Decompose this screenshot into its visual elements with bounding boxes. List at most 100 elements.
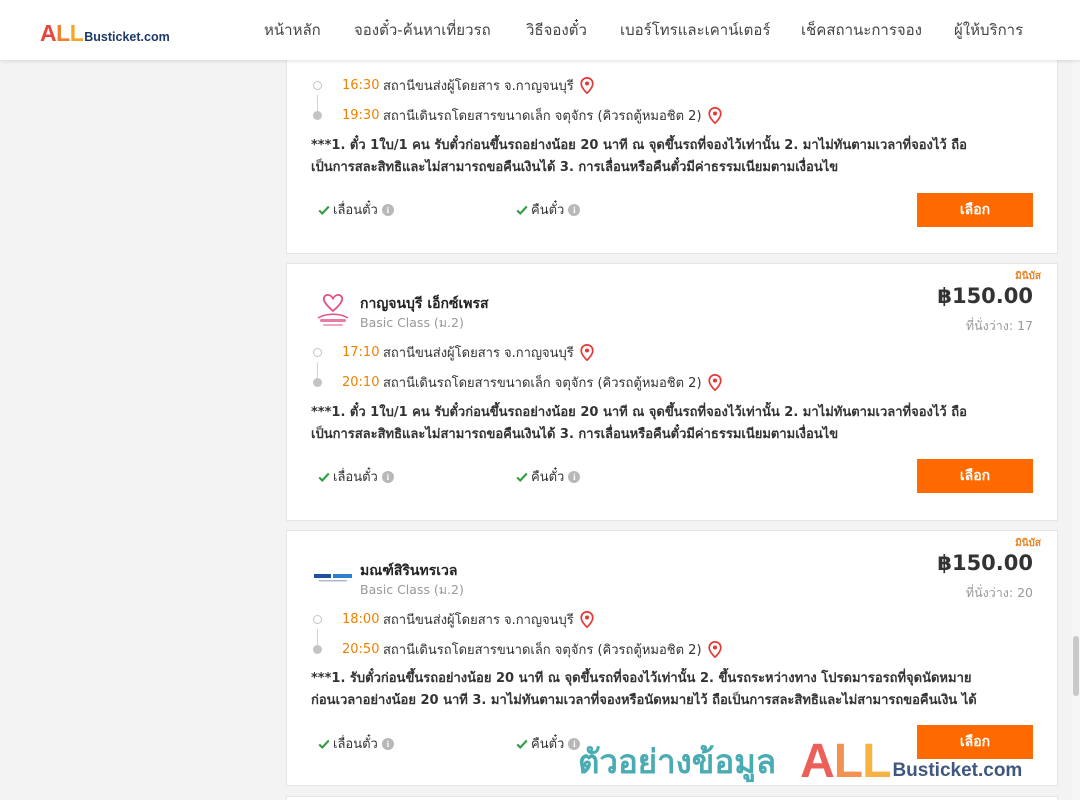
- select-button[interactable]: เลือก: [917, 193, 1033, 227]
- trip-card: มินิบัส กาญจนบุรี เอ็กซ์เพรส Basic Class…: [286, 263, 1058, 521]
- arrive-time: 19:30: [342, 107, 380, 123]
- depart-dot: [313, 80, 322, 90]
- arrive-time: 20:50: [342, 641, 380, 657]
- service-class: Basic Class (ม.2): [360, 315, 464, 330]
- site-logo[interactable]: ALL Busticket.com: [40, 20, 170, 46]
- logo-all-text: ALL: [40, 20, 84, 46]
- trip-note: ***1. ตั๋ว 1ใบ/1 คน รับตั๋วก่อนขึ้นรถอย่…: [311, 135, 1011, 179]
- map-pin-icon[interactable]: [707, 106, 722, 124]
- reschedule-policy: เลื่อนตั๋ว i: [317, 466, 394, 487]
- seats-available: ที่นั่งว่าง: 17: [966, 316, 1033, 336]
- check-icon: [318, 472, 330, 482]
- reschedule-policy: เลื่อนตั๋ว i: [317, 733, 394, 754]
- nav-home[interactable]: หน้าหลัก: [264, 0, 321, 60]
- trip-card: 16:30 สถานีขนส่งผู้โดยสาร จ.กาญจนบุรี 19…: [286, 30, 1058, 254]
- select-button[interactable]: เลือก: [917, 725, 1033, 759]
- reschedule-label: เลื่อนตั๋ว: [333, 470, 378, 485]
- operator-logo: [317, 294, 349, 326]
- arrive-dot: [313, 377, 322, 387]
- nav-how-to-book[interactable]: วิธีจองตั๋ว: [526, 0, 587, 60]
- seats-label: ที่นั่งว่าง:: [965, 585, 1014, 600]
- info-icon[interactable]: i: [568, 203, 581, 216]
- map-pin-icon[interactable]: [707, 373, 722, 391]
- depart-station: สถานีขนส่งผู้โดยสาร จ.กาญจนบุรี: [383, 612, 574, 628]
- trip-note-line: ***1. รับตั๋วก่อนขึ้นรถอย่างน้อย 20 นาที…: [311, 671, 972, 686]
- refund-label: คืนตั๋ว: [531, 737, 565, 752]
- depart-dot: [313, 614, 322, 624]
- logo-letter-a: A: [40, 20, 57, 46]
- reschedule-policy: เลื่อนตั๋ว i: [317, 199, 394, 220]
- select-button[interactable]: เลือก: [917, 459, 1033, 493]
- check-icon: [516, 739, 528, 749]
- trip-card: [286, 796, 1058, 800]
- arrive-station: สถานีเดินรถโดยสารขนาดเล็ก จตุจักร (คิวรถ…: [383, 642, 702, 658]
- info-icon[interactable]: i: [568, 737, 581, 750]
- check-icon: [516, 472, 528, 482]
- seats-count: 20: [1017, 585, 1033, 600]
- reschedule-label: เลื่อนตั๋ว: [333, 737, 378, 752]
- trip-note-line: ***1. ตั๋ว 1ใบ/1 คน รับตั๋วก่อนขึ้นรถอย่…: [311, 138, 967, 153]
- seats-available: ที่นั่งว่าง: 20: [966, 583, 1033, 603]
- site-header: ALL Busticket.com หน้าหลัก จองตั๋ว-ค้นหา…: [0, 0, 1080, 60]
- trip-note: ***1. รับตั๋วก่อนขึ้นรถอย่างน้อย 20 นาที…: [311, 668, 1011, 712]
- check-icon: [318, 739, 330, 749]
- refund-policy: คืนตั๋ว i: [515, 733, 581, 754]
- check-icon: [516, 205, 528, 215]
- arrive-stop: 20:10 สถานีเดินรถโดยสารขนาดเล็ก จตุจักร …: [313, 372, 722, 392]
- refund-label: คืนตั๋ว: [531, 470, 565, 485]
- refund-policy: คืนตั๋ว i: [515, 466, 581, 487]
- arrive-stop: 19:30 สถานีเดินรถโดยสารขนาดเล็ก จตุจักร …: [313, 105, 722, 125]
- trip-note-line: ก่อนเวลาอย่างน้อย 20 นาที 3. มาไม่ทันตาม…: [311, 693, 977, 708]
- seats-label: ที่นั่งว่าง:: [965, 318, 1014, 333]
- nav-phone-counter[interactable]: เบอร์โทรและเคาน์เตอร์: [620, 0, 770, 60]
- service-class: Basic Class (ม.2): [360, 582, 464, 597]
- nav-operators[interactable]: ผู้ให้บริการ: [954, 0, 1023, 60]
- operator-logo: [313, 573, 353, 582]
- logo-letter-l1: L: [56, 20, 70, 46]
- nav-check-status[interactable]: เช็คสถานะการจอง: [801, 0, 922, 60]
- depart-time: 16:30: [342, 77, 380, 93]
- category-tag: มินิบัส: [1015, 271, 1041, 282]
- operator-name: มณฑ์สิรินทรเวล: [360, 563, 458, 579]
- check-icon: [318, 205, 330, 215]
- depart-dot: [313, 347, 322, 357]
- reschedule-label: เลื่อนตั๋ว: [333, 203, 378, 218]
- map-pin-icon[interactable]: [580, 343, 594, 361]
- operator-name: กาญจนบุรี เอ็กซ์เพรส: [360, 296, 489, 312]
- depart-time: 18:00: [342, 611, 380, 627]
- ticket-price: ฿150.00: [937, 284, 1033, 308]
- page-scrollbar[interactable]: [1072, 60, 1080, 800]
- info-icon[interactable]: i: [381, 737, 394, 750]
- info-icon[interactable]: i: [568, 470, 581, 483]
- arrive-dot: [313, 110, 322, 120]
- depart-station: สถานีขนส่งผู้โดยสาร จ.กาญจนบุรี: [383, 78, 574, 94]
- arrive-station: สถานีเดินรถโดยสารขนาดเล็ก จตุจักร (คิวรถ…: [383, 375, 702, 391]
- nav-book-search[interactable]: จองตั๋ว-ค้นหาเที่ยวรถ: [354, 0, 491, 60]
- category-tag: มินิบัส: [1015, 538, 1041, 549]
- seats-count: 17: [1017, 318, 1033, 333]
- arrive-stop: 20:50 สถานีเดินรถโดยสารขนาดเล็ก จตุจักร …: [313, 639, 722, 659]
- refund-label: คืนตั๋ว: [531, 203, 565, 218]
- map-pin-icon[interactable]: [707, 640, 722, 658]
- info-icon[interactable]: i: [381, 470, 394, 483]
- arrive-time: 20:10: [342, 374, 380, 390]
- trip-note-line: เป็นการสละสิทธิและไม่สามารถขอคืนเงินได้ …: [311, 160, 839, 175]
- ticket-price: ฿150.00: [937, 551, 1033, 575]
- depart-stop: 16:30 สถานีขนส่งผู้โดยสาร จ.กาญจนบุรี: [313, 75, 594, 95]
- map-pin-icon[interactable]: [580, 76, 594, 94]
- map-pin-icon[interactable]: [580, 610, 594, 628]
- depart-stop: 17:10 สถานีขนส่งผู้โดยสาร จ.กาญจนบุรี: [313, 342, 594, 362]
- trip-card: มินิบัส มณฑ์สิรินทรเวล Basic Class (ม.2)…: [286, 530, 1058, 786]
- arrive-dot: [313, 644, 322, 654]
- depart-station: สถานีขนส่งผู้โดยสาร จ.กาญจนบุรี: [383, 345, 574, 361]
- arrive-station: สถานีเดินรถโดยสารขนาดเล็ก จตุจักร (คิวรถ…: [383, 108, 702, 124]
- refund-policy: คืนตั๋ว i: [515, 199, 581, 220]
- depart-stop: 18:00 สถานีขนส่งผู้โดยสาร จ.กาญจนบุรี: [313, 609, 594, 629]
- info-icon[interactable]: i: [381, 203, 394, 216]
- logo-letter-l2: L: [69, 20, 84, 46]
- trip-note: ***1. ตั๋ว 1ใบ/1 คน รับตั๋วก่อนขึ้นรถอย่…: [311, 402, 1011, 446]
- trip-note-line: ***1. ตั๋ว 1ใบ/1 คน รับตั๋วก่อนขึ้นรถอย่…: [311, 405, 967, 420]
- trip-note-line: เป็นการสละสิทธิและไม่สามารถขอคืนเงินได้ …: [311, 427, 839, 442]
- depart-time: 17:10: [342, 344, 380, 360]
- scrollbar-thumb[interactable]: [1073, 636, 1079, 696]
